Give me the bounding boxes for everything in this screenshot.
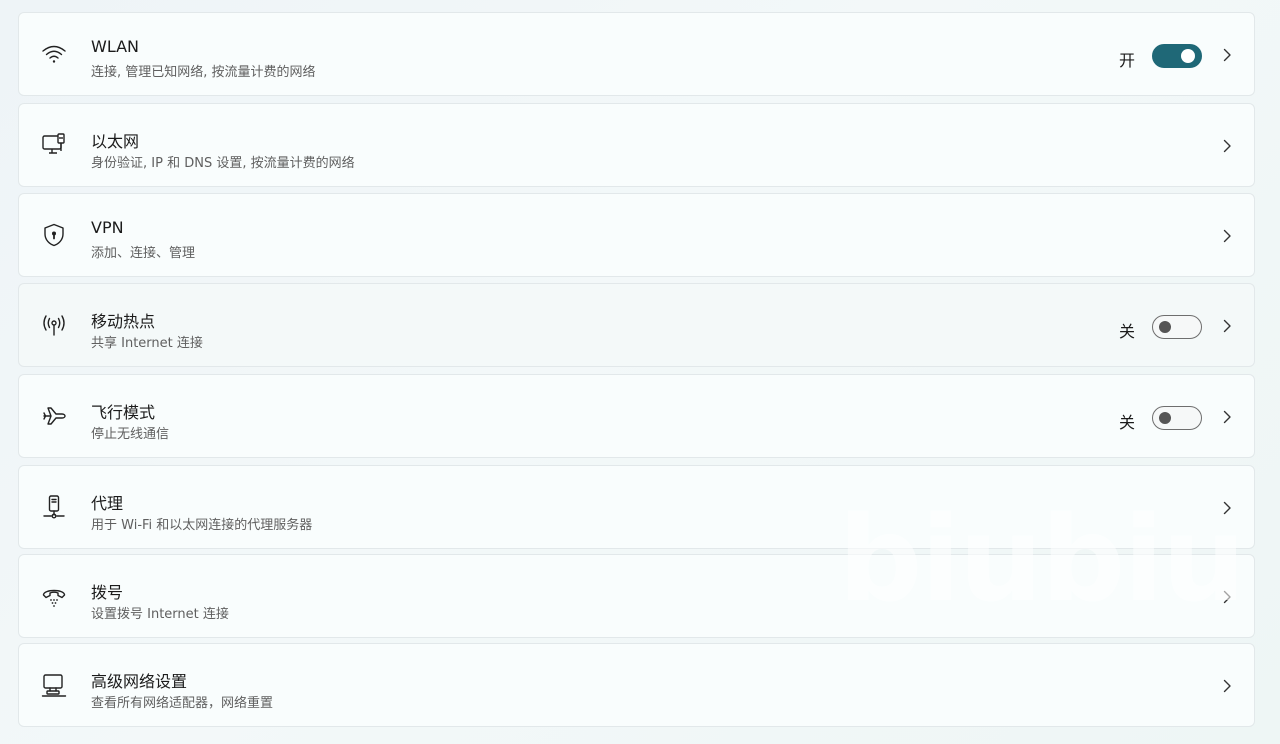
chevron-right-icon[interactable]	[1217, 45, 1237, 65]
setting-row-advanced-network[interactable]: 高级网络设置 查看所有网络适配器，网络重置	[18, 643, 1255, 727]
toggle-state-label: 开	[1119, 51, 1136, 70]
setting-row-proxy[interactable]: 代理 用于 Wi-Fi 和以太网连接的代理服务器	[18, 465, 1255, 549]
chevron-right-icon[interactable]	[1217, 136, 1237, 156]
ethernet-icon	[41, 132, 67, 158]
chevron-right-icon[interactable]	[1217, 316, 1237, 336]
hotspot-icon	[41, 312, 67, 338]
chevron-right-icon[interactable]	[1217, 407, 1237, 427]
toggle-state-label: 关	[1119, 322, 1136, 341]
wifi-icon	[41, 41, 67, 67]
mobile-hotspot-toggle[interactable]	[1152, 315, 1202, 339]
toggle-state-label: 关	[1119, 413, 1136, 432]
chevron-right-icon[interactable]	[1217, 587, 1237, 607]
chevron-right-icon[interactable]	[1217, 676, 1237, 696]
setting-title: 拨号	[91, 583, 124, 602]
setting-title: 代理	[91, 494, 124, 513]
chevron-right-icon[interactable]	[1217, 226, 1237, 246]
setting-subtitle: 共享 Internet 连接	[91, 336, 203, 351]
setting-subtitle: 设置拨号 Internet 连接	[91, 607, 229, 622]
toggle-knob	[1159, 321, 1171, 333]
setting-subtitle: 用于 Wi-Fi 和以太网连接的代理服务器	[91, 518, 313, 533]
shield-icon	[41, 222, 67, 248]
setting-row-ethernet[interactable]: 以太网 身份验证, IP 和 DNS 设置, 按流量计费的网络	[18, 103, 1255, 187]
dialup-icon	[41, 583, 67, 609]
chevron-right-icon[interactable]	[1217, 498, 1237, 518]
setting-subtitle: 停止无线通信	[91, 427, 170, 442]
setting-subtitle: 添加、连接、管理	[91, 246, 196, 261]
setting-row-airplane-mode[interactable]: 飞行模式 停止无线通信 关	[18, 374, 1255, 458]
proxy-icon	[41, 494, 67, 520]
airplane-icon	[41, 403, 67, 429]
setting-row-vpn[interactable]: VPN 添加、连接、管理	[18, 193, 1255, 277]
setting-title: VPN	[91, 218, 124, 237]
airplane-mode-toggle[interactable]	[1152, 406, 1202, 430]
toggle-knob	[1159, 412, 1171, 424]
setting-title: 以太网	[91, 132, 140, 151]
advanced-network-icon	[41, 672, 67, 698]
setting-title: WLAN	[91, 37, 140, 56]
setting-row-wlan[interactable]: WLAN 连接, 管理已知网络, 按流量计费的网络 开	[18, 12, 1255, 96]
setting-row-mobile-hotspot[interactable]: 移动热点 共享 Internet 连接 关	[18, 283, 1255, 367]
setting-subtitle: 查看所有网络适配器，网络重置	[91, 696, 274, 711]
wlan-toggle[interactable]	[1152, 44, 1202, 68]
setting-subtitle: 连接, 管理已知网络, 按流量计费的网络	[91, 65, 316, 80]
setting-title: 飞行模式	[91, 403, 156, 422]
toggle-knob	[1181, 49, 1195, 63]
setting-title: 移动热点	[91, 312, 156, 331]
setting-title: 高级网络设置	[91, 672, 188, 691]
setting-subtitle: 身份验证, IP 和 DNS 设置, 按流量计费的网络	[91, 156, 355, 171]
setting-row-dialup[interactable]: 拨号 设置拨号 Internet 连接	[18, 554, 1255, 638]
